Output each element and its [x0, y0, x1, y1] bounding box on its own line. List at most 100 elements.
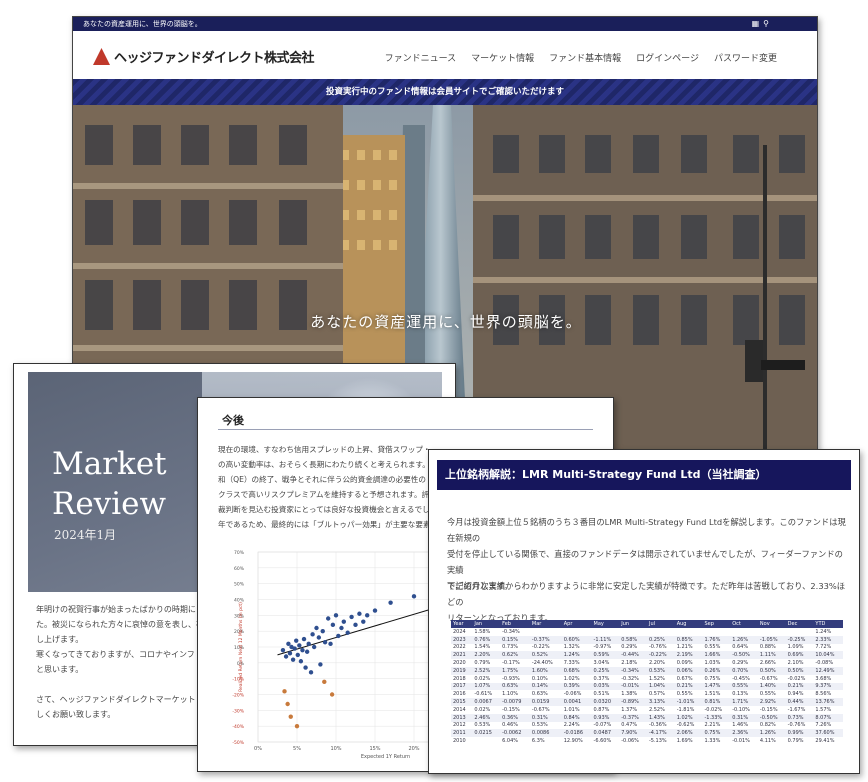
- table-cell: 0.82%: [759, 722, 776, 729]
- data-point: [365, 613, 370, 618]
- nav-fund-news[interactable]: ファンドニュース: [385, 51, 457, 64]
- table-cell: 0.87%: [593, 706, 610, 713]
- review-title-line1: Market: [52, 446, 167, 482]
- data-point: [320, 628, 325, 634]
- table-cell: 1.54%: [474, 644, 491, 651]
- table-cell: -5.13%: [648, 738, 667, 745]
- table-cell: -0.22%: [646, 651, 675, 660]
- table-cell: 2.21%: [704, 722, 721, 729]
- table-cell: 0.81%: [702, 698, 731, 706]
- data-point: [301, 636, 307, 642]
- table-cell: 1.75%: [500, 666, 530, 675]
- table-cell: 1.01%: [563, 706, 580, 713]
- table-cell: 0.79%: [787, 738, 804, 745]
- table-cell: 2.92%: [757, 698, 786, 706]
- data-point: [314, 625, 319, 631]
- data-point: [292, 646, 297, 651]
- table-cell: 2.10%: [787, 660, 804, 667]
- data-point: [345, 630, 350, 635]
- table-cell: 2.36%: [730, 729, 758, 738]
- table-header-cell: Jan: [472, 620, 501, 628]
- nav-password-change[interactable]: パスワード変更: [714, 51, 777, 64]
- table-cell: 7.33%: [563, 660, 580, 667]
- table-row: 2018 0.02% -0.93% 0.10% 1.02% 0.37% -0.32% 1.52…: [451, 675, 843, 683]
- table-cell: 0.47%: [621, 722, 638, 729]
- table-cell: -0.25%: [785, 635, 814, 644]
- table-cell: -0.22%: [531, 644, 550, 651]
- site-logo[interactable]: ヘッジファンドダイレクト株式会社: [93, 47, 315, 66]
- table-cell: 1.47%: [702, 682, 731, 691]
- table-cell: 12.49%: [813, 666, 843, 675]
- review-line: [36, 677, 216, 692]
- table-cell: 0.55%: [759, 691, 776, 698]
- table-cell: 2012: [453, 722, 466, 729]
- table-cell: 1.60%: [529, 666, 562, 675]
- table-cell: 1.10%: [502, 691, 519, 698]
- table-cell: 1.38%: [621, 691, 638, 698]
- review-title: Market Review: [52, 444, 167, 524]
- table-cell: 1.04%: [646, 682, 675, 691]
- table-row: 2017 1.07% 0.63% 0.14% 0.39% 0.03% -0.01% 1.04%…: [451, 682, 843, 691]
- nav-fund-basics[interactable]: ファンド基本情報: [549, 51, 621, 64]
- nav-login[interactable]: ログインページ: [636, 51, 699, 64]
- data-point: [280, 647, 286, 653]
- scatter-chart: 70% 60% 50% 40% 30% 20% 10% 0% -10% -20% -30% -40% -…: [218, 548, 463, 766]
- table-cell: 0.57%: [648, 691, 665, 698]
- data-point: [329, 692, 335, 697]
- data-point: [303, 665, 308, 670]
- table-cell: [530, 628, 562, 636]
- member-banner[interactable]: 投資実行中のファンド情報は会員サイトでご確認いただけます: [73, 79, 817, 105]
- logo-mark-icon: [93, 48, 110, 65]
- x-axis-label: Expected 1Y Return: [361, 754, 410, 760]
- table-cell: -0.0062: [500, 729, 530, 738]
- data-point: [316, 635, 322, 640]
- data-point: [326, 616, 331, 621]
- rss-icon[interactable]: ▦: [752, 19, 764, 28]
- table-cell: 0.68%: [561, 666, 592, 675]
- data-point: [308, 670, 314, 675]
- table-cell: 1.24%: [561, 651, 592, 660]
- table-cell: 0.69%: [785, 651, 814, 660]
- table-cell: 0.44%: [785, 698, 814, 706]
- table-cell: 2024: [453, 628, 466, 635]
- table-cell: 1.52%: [648, 675, 665, 682]
- table-cell: 1.26%: [730, 635, 758, 644]
- table-cell: 1.40%: [757, 682, 786, 691]
- data-point: [295, 652, 300, 658]
- table-cell: 0.36%: [500, 713, 530, 722]
- table-cell: 0.53%: [474, 722, 491, 729]
- table-cell: -0.97%: [593, 644, 612, 651]
- table-cell: [472, 737, 500, 745]
- lmr-line: 今月は投資金額上位５銘柄のうち３番目のLMR Multi-Strategy Fu…: [447, 517, 846, 543]
- table-cell: -0.07%: [593, 722, 612, 729]
- table-cell: 0.25%: [646, 635, 675, 644]
- table-cell: 8.56%: [815, 691, 832, 698]
- data-point: [357, 611, 362, 616]
- table-cell: 0.21%: [674, 682, 703, 691]
- table-cell: 0.02%: [474, 706, 491, 713]
- outlook-line: 現在の環境、すなわち信用スプレッドの上昇、貸借スワップ・: [218, 445, 431, 454]
- table-cell: 7.26%: [815, 722, 832, 729]
- table-cell: 1.66%: [702, 651, 731, 660]
- table-cell: 1.02%: [563, 675, 580, 682]
- data-point: [286, 641, 291, 647]
- table-cell: -24.40%: [531, 660, 553, 667]
- data-point: [341, 619, 346, 624]
- review-line: 寒くなってきておりますが、コロナやインフ: [36, 650, 195, 659]
- table-cell: -0.34%: [619, 666, 647, 675]
- search-icon[interactable]: ⚲: [763, 19, 773, 28]
- table-cell: [647, 628, 675, 636]
- table-cell: -4.17%: [646, 729, 675, 738]
- table-row: 2024 1.58% -0.34% 1.24%: [451, 628, 843, 636]
- y-tick-label: 70%: [234, 550, 245, 556]
- table-cell: 2017: [451, 682, 473, 691]
- table-cell: 2019: [451, 666, 473, 675]
- y-tick-label: -40%: [232, 724, 244, 730]
- table-cell: -1.01%: [674, 698, 703, 706]
- nav-market-info[interactable]: マーケット情報: [471, 51, 534, 64]
- table-header-cell: Feb: [500, 620, 530, 628]
- table-cell: 37.60%: [813, 729, 843, 738]
- table-cell: -6.60%: [593, 738, 612, 745]
- scatter-chart-svg: 70%60%50%40%30%20%10%0%-10%-20%-30%-40%-…: [232, 550, 458, 760]
- table-cell: 0.55%: [730, 682, 758, 691]
